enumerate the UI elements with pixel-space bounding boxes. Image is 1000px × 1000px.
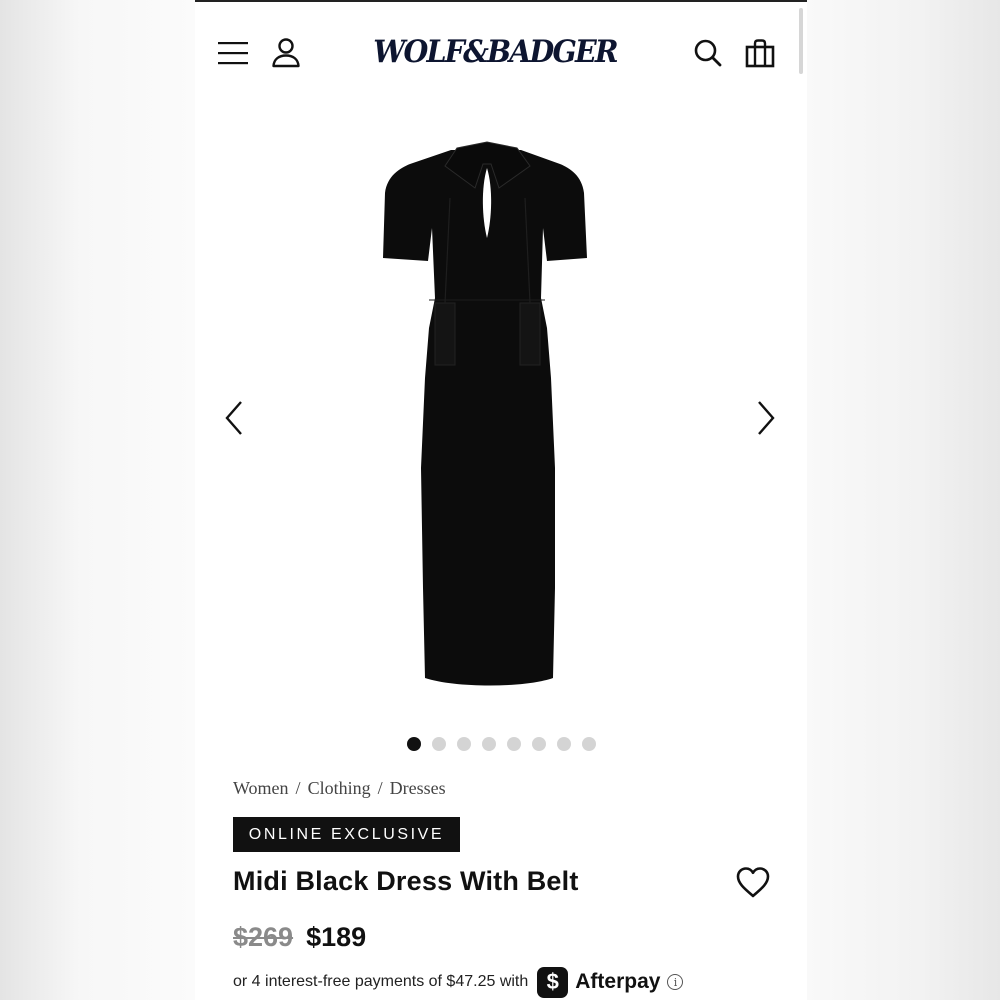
product-image[interactable] xyxy=(365,138,615,693)
chevron-left-icon[interactable] xyxy=(219,398,249,438)
carousel-dot[interactable] xyxy=(582,737,596,751)
breadcrumb-separator: / xyxy=(295,778,301,798)
carousel-dot[interactable] xyxy=(532,737,546,751)
installments-text: or 4 interest-free payments of $47.25 wi… xyxy=(233,973,529,990)
breadcrumb: Women / Clothing / Dresses xyxy=(233,778,446,799)
breadcrumb-dresses[interactable]: Dresses xyxy=(390,778,446,799)
breadcrumb-women[interactable]: Women xyxy=(233,778,289,799)
carousel-dot[interactable] xyxy=(407,737,421,751)
sale-price: $189 xyxy=(306,922,367,952)
breadcrumb-clothing[interactable]: Clothing xyxy=(308,778,371,799)
carousel-dot[interactable] xyxy=(432,737,446,751)
chevron-right-icon[interactable] xyxy=(751,398,781,438)
product-title: Midi Black Dress With Belt xyxy=(233,866,579,896)
afterpay-logo[interactable]: Afterpay xyxy=(575,970,660,994)
carousel-pagination xyxy=(407,737,596,751)
afterpay-installments: or 4 interest-free payments of $47.25 wi… xyxy=(233,964,684,1000)
hamburger-menu-icon[interactable] xyxy=(217,38,249,68)
original-price: $269 xyxy=(233,922,294,952)
search-icon[interactable] xyxy=(691,36,725,70)
info-icon[interactable]: i xyxy=(667,974,684,990)
online-exclusive-badge: ONLINE EXCLUSIVE xyxy=(233,817,460,852)
site-logo[interactable]: WOLF&BADGER xyxy=(357,30,633,74)
breadcrumb-separator: / xyxy=(377,778,383,798)
user-icon[interactable] xyxy=(269,36,303,70)
afterpay-dollar-icon: $ xyxy=(537,966,569,998)
carousel-dot[interactable] xyxy=(482,737,496,751)
mobile-page: WOLF&BADGER Women / Clothing / Dresses O… xyxy=(195,0,807,1000)
heart-icon[interactable] xyxy=(735,866,771,900)
price-block: $269 $189 xyxy=(233,922,366,953)
product-image-carousel xyxy=(195,102,807,752)
carousel-dot[interactable] xyxy=(457,737,471,751)
shopping-bag-icon[interactable] xyxy=(743,36,777,70)
carousel-dot[interactable] xyxy=(557,737,571,751)
carousel-dot[interactable] xyxy=(507,737,521,751)
site-header: WOLF&BADGER xyxy=(195,2,807,102)
